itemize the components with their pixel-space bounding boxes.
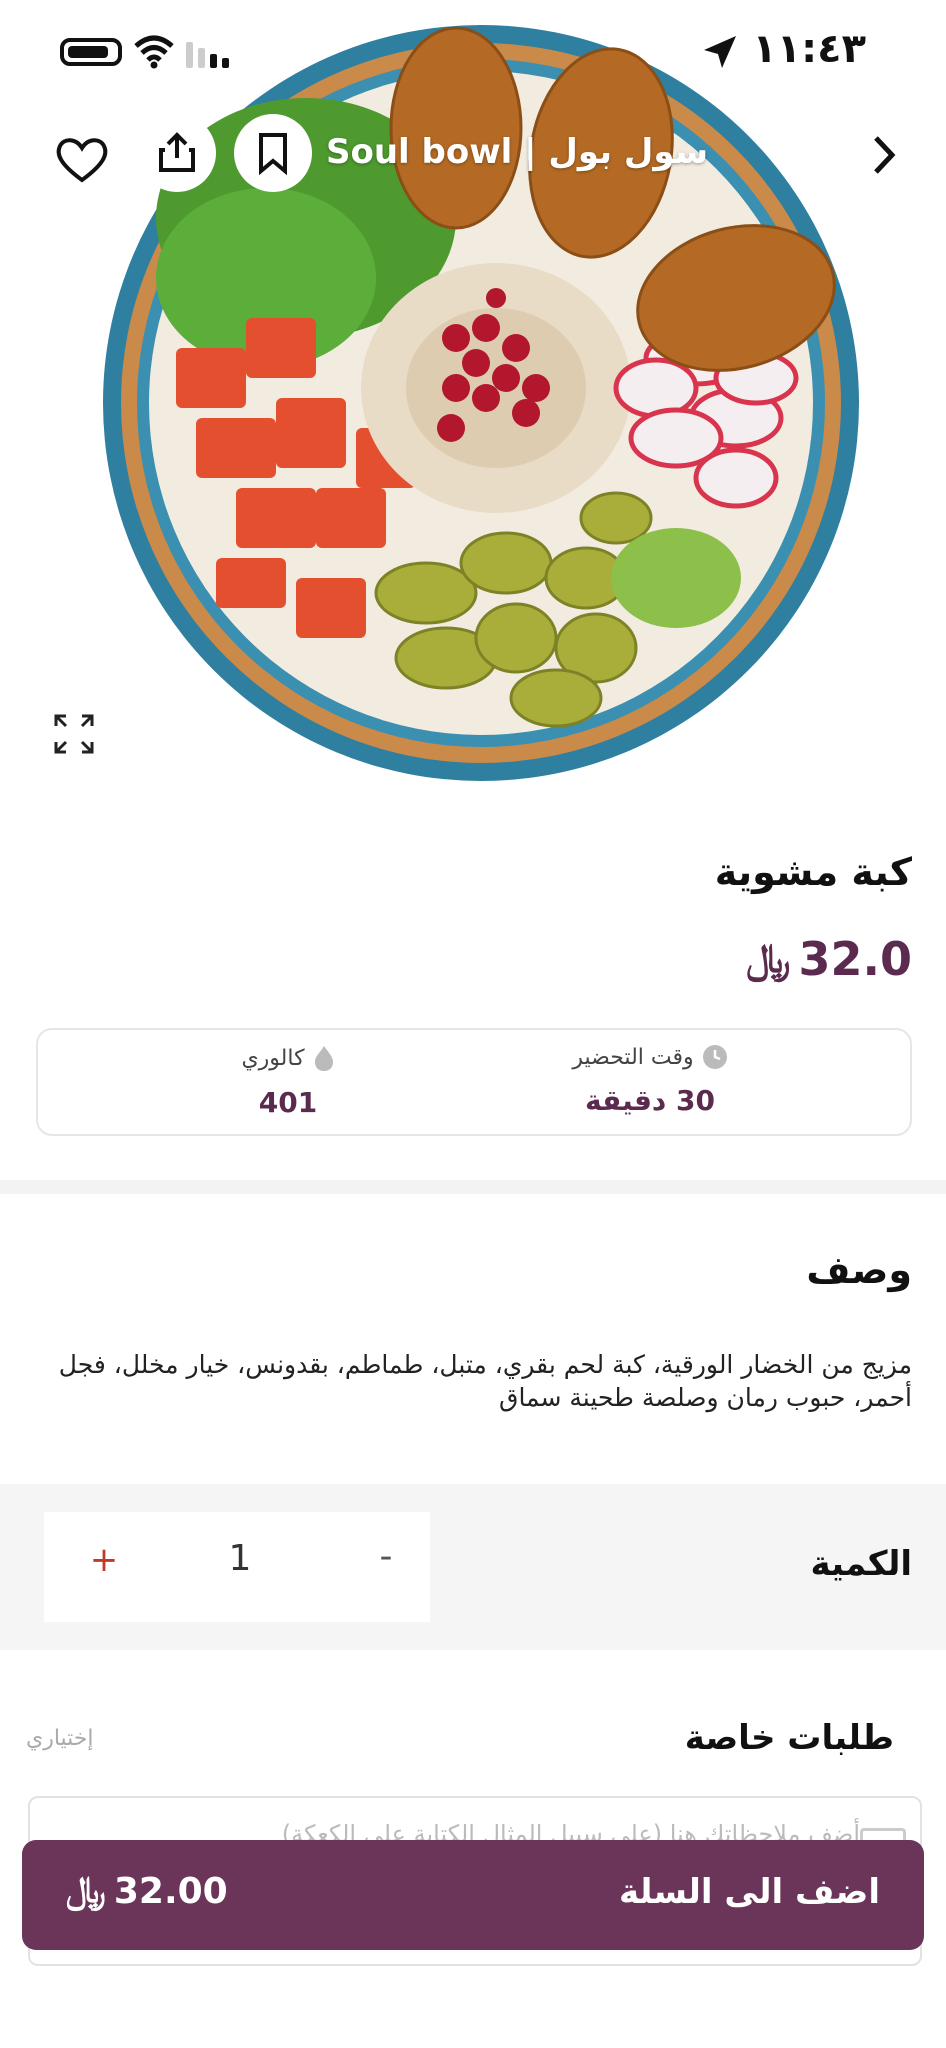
share-button[interactable] <box>138 114 216 192</box>
optional-label: إختياري <box>26 1726 94 1751</box>
status-time: ١١:٤٣ <box>752 26 866 72</box>
cart-total-value: 32.00 <box>113 1870 228 1912</box>
cellular-signal-icon <box>186 42 229 68</box>
expand-image-icon[interactable] <box>52 712 96 756</box>
quantity-label: الكمية <box>810 1544 913 1584</box>
top-action-bar: Soul bowl | سول بول <box>0 110 946 196</box>
currency-symbol: ﷼ <box>746 936 791 982</box>
prep-time-value: 30 دقيقة <box>585 1084 715 1117</box>
flame-icon <box>314 1046 333 1071</box>
quantity-value: 1 <box>228 1538 252 1579</box>
bottom-area <box>0 1968 946 2048</box>
location-arrow-icon <box>704 36 736 68</box>
nutrition-info-box: وقت التحضير 30 دقيقة كالوري 401 <box>36 1028 912 1136</box>
bookmark-button[interactable] <box>234 114 312 192</box>
section-divider <box>0 1180 946 1194</box>
wifi-icon <box>134 35 174 69</box>
increase-quantity-button[interactable]: + <box>84 1540 124 1580</box>
calories: كالوري 401 <box>138 1044 438 1119</box>
description-text: مزيج من الخضار الورقية، كبة لحم بقري، مت… <box>58 1350 912 1412</box>
product-title: كبة مشوية <box>714 850 912 894</box>
quantity-stepper: + 1 - <box>44 1512 430 1622</box>
chevron-right-icon[interactable] <box>862 130 906 180</box>
product-price: ﷼ 32.0 <box>746 932 912 986</box>
special-requests-heading: طلبات خاصة <box>684 1718 894 1758</box>
quantity-section: الكمية + 1 - <box>0 1484 946 1650</box>
add-to-cart-label: اضف الى السلة <box>618 1872 880 1912</box>
cart-currency-symbol: ﷼ <box>66 1870 106 1911</box>
prep-time-label: وقت التحضير <box>572 1044 694 1070</box>
description-heading: وصف <box>806 1248 912 1292</box>
status-bar: ١١:٤٣ <box>0 0 946 110</box>
share-icon <box>159 132 195 172</box>
favorite-heart-icon[interactable] <box>50 126 114 190</box>
restaurant-name[interactable]: Soul bowl | سول بول <box>326 132 708 172</box>
cart-total: ﷼ 32.00 <box>66 1870 228 1912</box>
bookmark-icon <box>259 133 287 175</box>
price-value: 32.0 <box>798 932 913 986</box>
clock-icon <box>702 1045 727 1069</box>
calories-value: 401 <box>258 1086 318 1119</box>
add-to-cart-button[interactable]: اضف الى السلة ﷼ 32.00 <box>22 1840 924 1950</box>
calories-label: كالوري <box>241 1045 305 1071</box>
prep-time: وقت التحضير 30 دقيقة <box>500 1044 800 1117</box>
decrease-quantity-button[interactable]: - <box>366 1536 406 1577</box>
battery-icon <box>60 38 122 66</box>
product-image: ١١:٤٣ Soul bowl | سول بول <box>0 0 946 808</box>
